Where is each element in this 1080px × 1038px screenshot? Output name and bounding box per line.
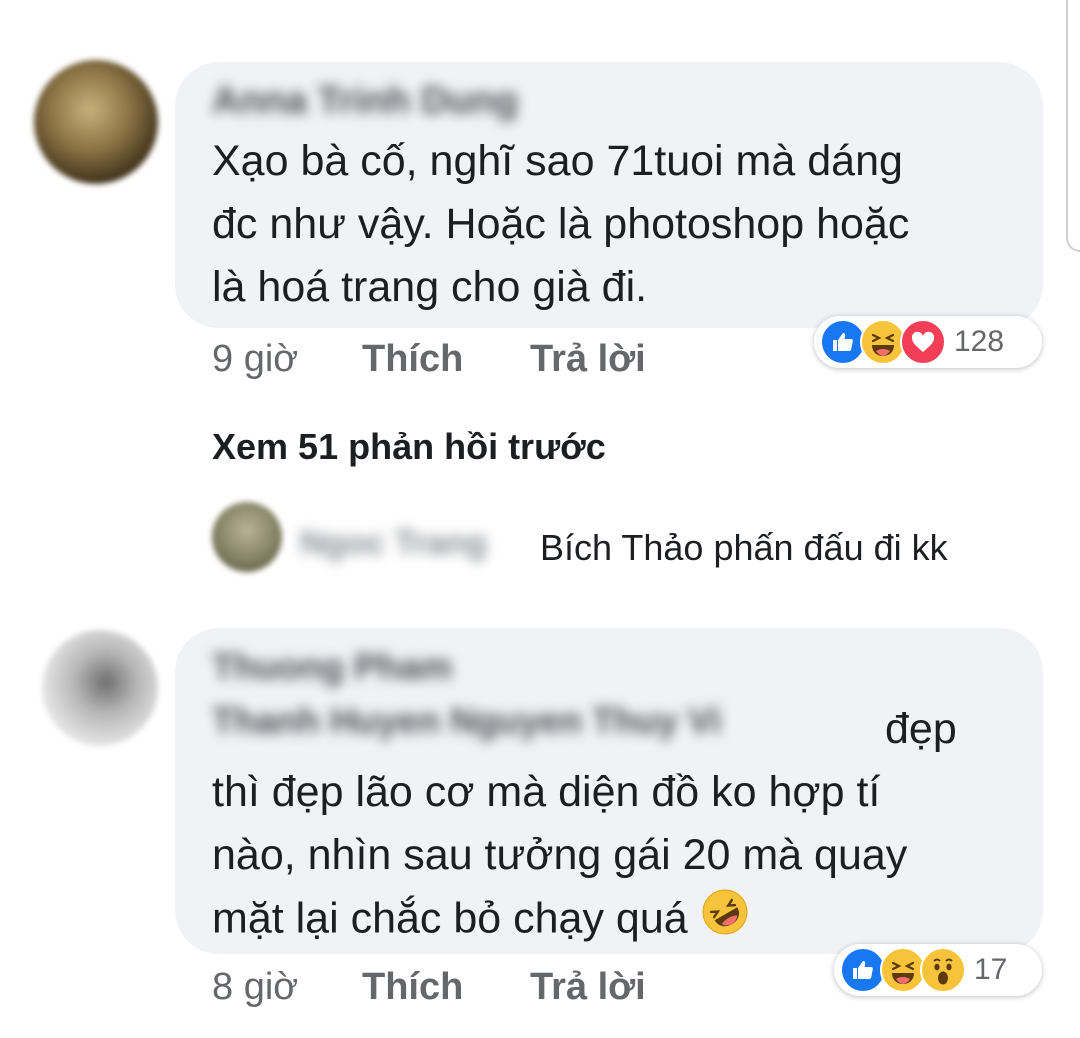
comment-text-line: đẹp [885, 705, 957, 753]
reply-button[interactable]: Trả lời [530, 966, 646, 1009]
reaction-count: 17 [974, 953, 1008, 986]
rofl-emoji-icon [700, 887, 750, 955]
comment-timestamp[interactable]: 8 giờ [212, 966, 298, 1009]
comment-text-line: đc như vậy. Hoặc là photoshop hoặc [212, 200, 910, 248]
reactions-summary[interactable]: 17 [834, 944, 1042, 996]
scrollbar-edge[interactable] [1066, 0, 1080, 252]
comment-text-line: là hoá trang cho già đi. [212, 263, 648, 311]
love-icon [900, 319, 946, 365]
like-button[interactable]: Thích [362, 338, 463, 381]
view-previous-replies-link[interactable]: Xem 51 phản hồi trước [212, 426, 606, 468]
avatar[interactable] [42, 630, 158, 746]
comment-timestamp[interactable]: 9 giờ [212, 338, 298, 381]
reply-author[interactable]: Ngoc Trang [300, 524, 487, 563]
comment-text-line: nào, nhìn sau tưởng gái 20 mà quay [212, 831, 908, 879]
comment-text-line-with-emoji: mặt lại chắc bỏ chạy quá [212, 887, 750, 955]
comment-author[interactable]: Anna Trinh Dung [212, 80, 518, 123]
comment-text-line: Xạo bà cố, nghĩ sao 71tuoi mà dáng [212, 137, 903, 185]
comment-text-line: thì đẹp lão cơ mà diện đồ ko hợp tí [212, 768, 881, 816]
comment-text: mặt lại chắc bỏ chạy quá [212, 894, 688, 943]
wow-icon [920, 947, 966, 993]
reply-text: Bích Thảo phấn đấu đi kk [540, 527, 948, 568]
like-button[interactable]: Thích [362, 966, 463, 1009]
avatar[interactable] [34, 60, 158, 184]
tagged-user[interactable]: Thanh Huyen Nguyen Thuy Vi [212, 700, 721, 742]
reply-button[interactable]: Trả lời [530, 338, 646, 381]
reaction-count: 128 [954, 325, 1005, 358]
reactions-summary[interactable]: 128 [814, 316, 1042, 368]
avatar[interactable] [212, 502, 282, 572]
comment-author[interactable]: Thuong Pham [212, 646, 452, 688]
